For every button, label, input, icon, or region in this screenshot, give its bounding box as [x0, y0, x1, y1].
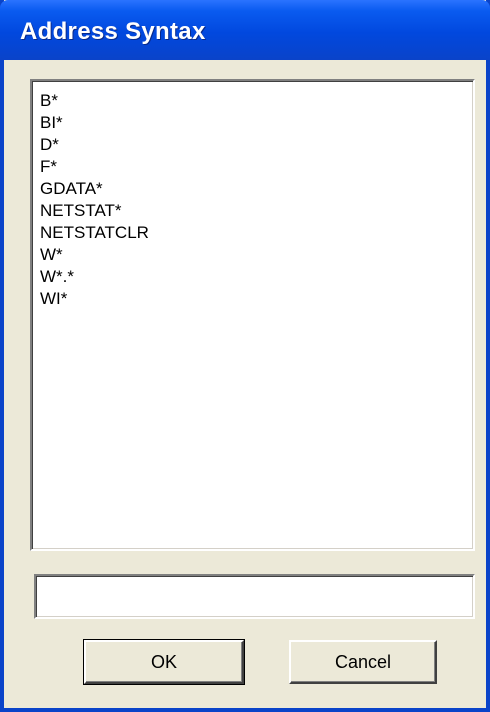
- ok-button[interactable]: OK: [83, 639, 245, 685]
- cancel-button[interactable]: Cancel: [289, 640, 437, 684]
- address-syntax-list[interactable]: B* BI* D* F* GDATA* NETSTAT* NETSTATCLR …: [30, 79, 475, 551]
- list-item[interactable]: NETSTAT*: [40, 200, 473, 222]
- list-item[interactable]: WI*: [40, 288, 473, 310]
- list-item[interactable]: BI*: [40, 112, 473, 134]
- list-item[interactable]: D*: [40, 134, 473, 156]
- list-item[interactable]: B*: [40, 90, 473, 112]
- address-syntax-dialog: Address Syntax B* BI* D* F* GDATA* NETST…: [0, 0, 490, 712]
- address-input[interactable]: [34, 574, 475, 619]
- dialog-title: Address Syntax: [20, 18, 206, 45]
- list-item[interactable]: NETSTATCLR: [40, 222, 473, 244]
- list-item[interactable]: W*.*: [40, 266, 473, 288]
- list-item[interactable]: F*: [40, 156, 473, 178]
- title-bar[interactable]: Address Syntax: [0, 0, 490, 60]
- list-item[interactable]: GDATA*: [40, 178, 473, 200]
- list-item[interactable]: W*: [40, 244, 473, 266]
